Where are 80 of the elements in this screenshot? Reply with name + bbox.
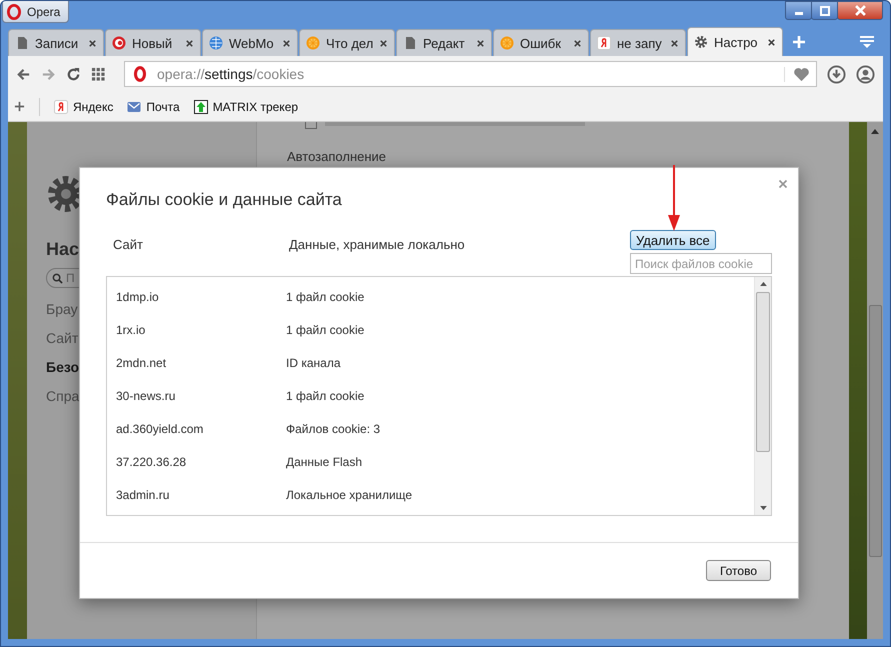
cookie-row[interactable]: ad.360yield.com Файлов cookie: 3 <box>107 412 754 445</box>
cookie-row[interactable]: 2mdn.net ID канала <box>107 346 754 379</box>
maximize-icon <box>820 6 830 16</box>
tab-title: Новый <box>132 36 174 50</box>
close-icon <box>854 5 866 16</box>
close-tab-icon[interactable] <box>282 38 291 48</box>
minimize-button[interactable] <box>785 1 812 20</box>
ya-logo-icon <box>54 100 68 114</box>
user-icon[interactable] <box>856 64 875 84</box>
cookie-row[interactable]: 37.220.36.28 Данные Flash <box>107 445 754 478</box>
browser-tab[interactable]: Редакт <box>396 29 492 56</box>
tab-title: не запу <box>617 36 663 50</box>
close-icon[interactable] <box>778 179 788 189</box>
tab-title: Настро <box>714 34 759 50</box>
scroll-down-icon[interactable] <box>760 506 766 511</box>
browser-tab[interactable]: Настро <box>687 27 783 56</box>
page-scrollbar[interactable] <box>867 122 883 639</box>
minimize-icon <box>794 12 802 15</box>
back-icon[interactable] <box>16 66 31 82</box>
browser-tab[interactable]: Новый <box>105 29 201 56</box>
settings-icon <box>694 35 708 49</box>
browser-tab[interactable]: не запу <box>590 29 686 56</box>
opera-logo-icon <box>7 2 21 20</box>
close-window-button[interactable] <box>837 1 883 20</box>
opera-menu-button[interactable]: Opera <box>2 1 70 23</box>
bookmark-link[interactable]: Яндекс <box>54 100 114 114</box>
bookmark-link[interactable]: Почта <box>127 100 180 114</box>
reload-icon[interactable] <box>66 66 81 82</box>
browser-tab[interactable]: Ошибк <box>493 29 589 56</box>
citrus-slice-icon <box>306 36 320 50</box>
ya-logo-icon <box>597 36 611 50</box>
browser-tab[interactable]: Что дел <box>299 29 395 56</box>
tab-title: WebMo <box>229 36 275 50</box>
remove-all-button[interactable]: Удалить все <box>630 230 716 250</box>
close-tab-icon[interactable] <box>379 38 388 48</box>
close-tab-icon[interactable] <box>670 38 679 48</box>
speed-dial-icon[interactable] <box>91 66 106 82</box>
bookmark-link[interactable]: MATRIX трекер <box>194 100 298 114</box>
scroll-up-icon[interactable] <box>760 281 766 286</box>
settings-heading: Нас <box>46 239 80 260</box>
browser-tab[interactable]: WebMo <box>202 29 298 56</box>
close-tab-icon[interactable] <box>573 38 582 48</box>
maximize-button[interactable] <box>811 1 838 20</box>
cookie-row[interactable]: 1rx.io 1 файл cookie <box>107 313 754 346</box>
globe-icon <box>209 36 223 50</box>
envelope-icon <box>127 100 142 114</box>
list-scrollbar[interactable] <box>754 277 771 515</box>
cookie-search-field[interactable]: Поиск файлов cookie <box>630 253 772 274</box>
page-icon <box>15 36 29 50</box>
citrus-slice-icon <box>500 36 514 50</box>
cookie-row[interactable]: 3admin.ru Локальное хранилище <box>107 478 754 511</box>
close-tab-icon[interactable] <box>767 38 776 46</box>
annotation-arrow <box>667 165 681 231</box>
search-icon <box>52 272 63 284</box>
download-icon[interactable] <box>827 64 846 84</box>
page-icon <box>403 36 417 50</box>
tab-title: Ошибк <box>520 36 562 50</box>
column-header: Данные, хранимые локально <box>289 237 465 252</box>
close-tab-icon[interactable] <box>476 38 485 48</box>
address-field[interactable]: opera://settings/cookies <box>124 61 817 87</box>
scroll-up-icon[interactable] <box>871 128 879 134</box>
done-button[interactable]: Готово <box>706 560 771 581</box>
column-header: Сайт <box>112 237 144 252</box>
tab-menu-icon[interactable] <box>859 35 875 49</box>
opera-logo-icon <box>131 65 149 83</box>
tab-title: Редакт <box>423 36 466 50</box>
cookie-row[interactable]: 30-news.ru 1 файл cookie <box>107 379 754 412</box>
url-text: opera://settings/cookies <box>157 66 304 82</box>
c-logo-icon <box>112 36 126 50</box>
add-bookmark-icon[interactable] <box>14 101 25 112</box>
tab-title: Что дел <box>326 36 373 50</box>
up-arrow-icon <box>194 100 208 114</box>
close-tab-icon[interactable] <box>185 38 194 48</box>
close-tab-icon[interactable] <box>88 38 97 48</box>
dialog-title: Файлы cookie и данные сайта <box>106 190 343 210</box>
browser-tab[interactable]: Записи <box>8 29 104 56</box>
new-tab-icon[interactable] <box>792 35 806 49</box>
cookie-row[interactable]: 1dmp.io 1 файл cookie <box>107 280 754 313</box>
heart-icon[interactable] <box>784 66 810 82</box>
tab-title: Записи <box>35 36 80 50</box>
